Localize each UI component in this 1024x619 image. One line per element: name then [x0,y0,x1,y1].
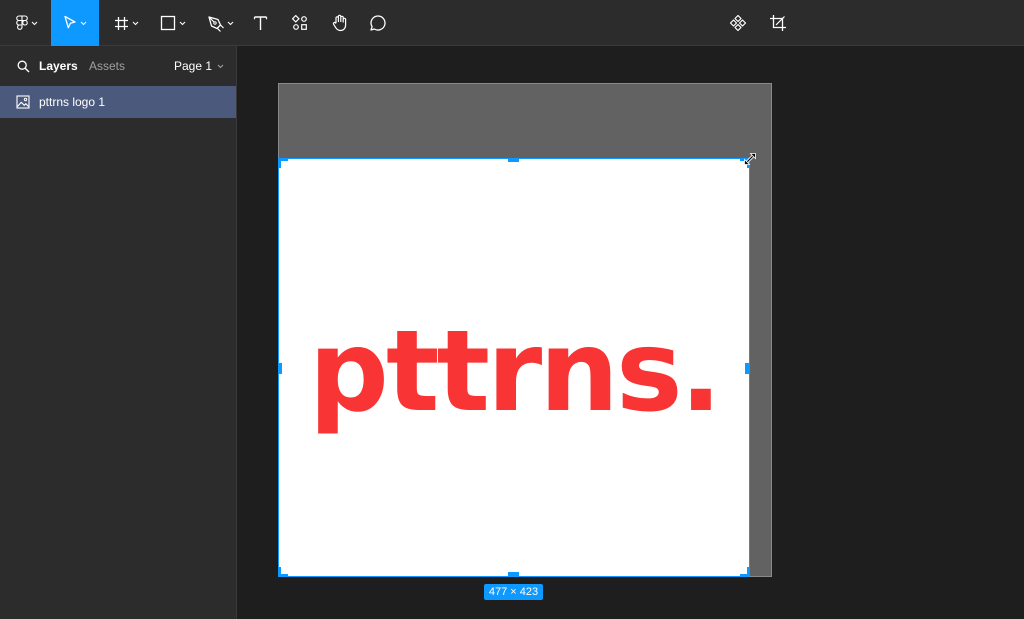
chevron-down-icon [31,21,38,25]
crop-handle-bottom-right[interactable] [740,567,750,577]
cursor-arrow-icon [64,15,76,29]
selection-edge-right [749,158,750,577]
resize-cursor-icon [743,152,757,166]
chevron-down-icon [80,21,87,25]
frame-tool-button[interactable] [108,0,144,46]
tab-layers[interactable]: Layers [39,59,78,73]
page-selector[interactable]: Page 1 [174,59,224,73]
chevron-down-icon [227,21,233,25]
resources-tool-button[interactable] [287,0,313,46]
comment-bubble-icon [370,15,386,31]
chevron-down-icon [217,64,224,68]
move-tool-button[interactable] [51,0,99,46]
text-t-icon [253,16,267,30]
pen-nib-icon [207,15,224,32]
crop-handle-bottom[interactable] [508,572,519,576]
shape-tool-button[interactable] [154,0,192,46]
sidebar-tabs: Layers Assets Page 1 [0,46,236,86]
resources-grid-icon [292,15,307,30]
crop-button[interactable] [766,0,790,46]
layer-item-label: pttrns logo 1 [39,95,106,109]
hand-tool-button[interactable] [326,0,354,46]
pen-tool-button[interactable] [200,0,240,46]
search-icon[interactable] [17,60,30,73]
component-diamond-icon [729,14,747,32]
main-menu-button[interactable] [8,0,46,46]
crop-handle-right[interactable] [745,363,749,374]
text-tool-button[interactable] [247,0,273,46]
crop-handle-top[interactable] [508,158,519,162]
page-selector-label: Page 1 [174,59,213,73]
chevron-down-icon [179,21,186,25]
dimensions-badge: 477 × 423 [484,584,543,600]
component-button[interactable] [726,0,750,46]
rectangle-icon [160,15,176,31]
crop-handle-bottom-left[interactable] [278,567,288,577]
chevron-down-icon [132,21,138,25]
top-toolbar [0,0,1024,46]
frame-hash-icon [114,16,128,30]
logo-image[interactable]: pttrns. [279,159,749,577]
image-icon [16,95,30,109]
comment-tool-button[interactable] [365,0,391,46]
left-sidebar: Layers Assets Page 1 pttrns logo 1 [0,46,237,619]
logo-text: pttrns. [308,307,722,437]
figma-logo-icon [16,15,28,30]
crop-icon [770,15,786,31]
crop-handle-top-left[interactable] [278,158,288,168]
hand-icon [332,14,347,32]
selection-edge-bottom [279,576,749,577]
crop-handle-left[interactable] [278,363,282,374]
layer-item-pttrns-logo[interactable]: pttrns logo 1 [0,86,236,118]
tab-assets[interactable]: Assets [89,59,125,73]
